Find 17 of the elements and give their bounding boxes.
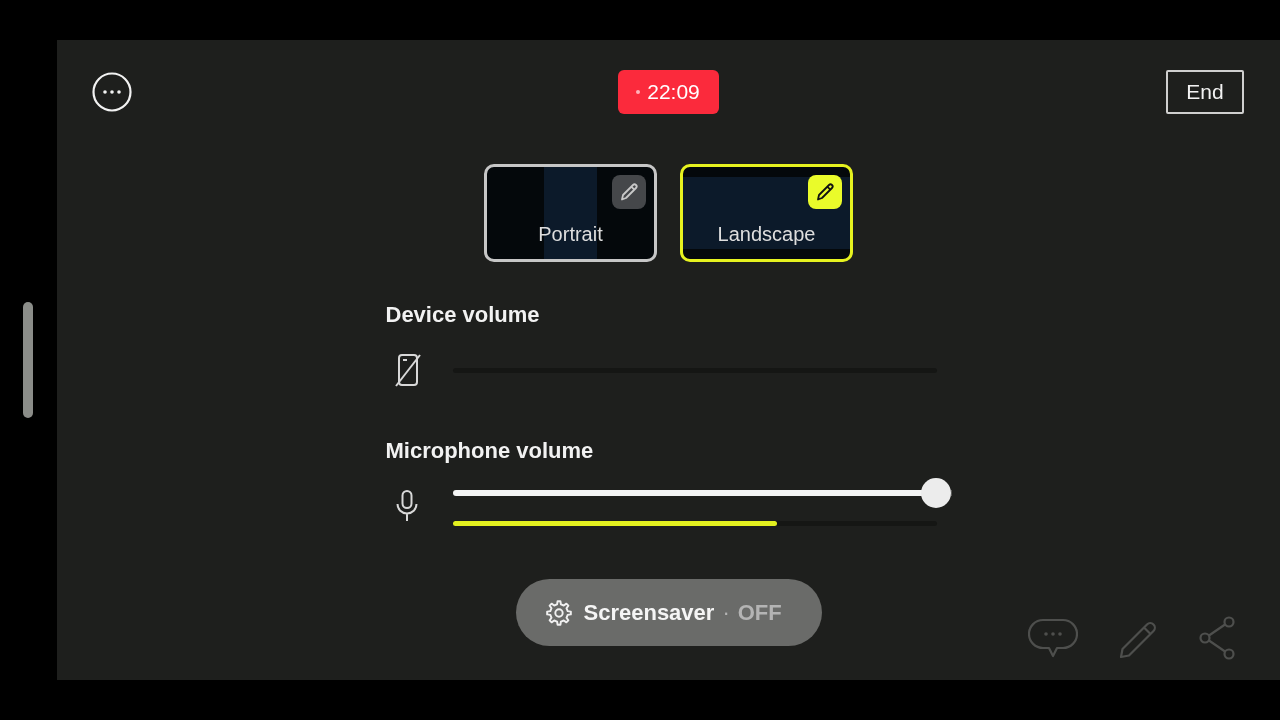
slider-thumb[interactable] [920, 478, 951, 508]
volume-slider[interactable] [452, 478, 952, 508]
phone-off-icon[interactable] [393, 353, 422, 387]
layout-card[interactable]: Portrait [484, 164, 657, 262]
pencil-icon[interactable] [612, 175, 646, 209]
screensaver-button[interactable]: Screensaver · OFF [515, 579, 822, 646]
elapsed-time: 22:09 [647, 80, 700, 104]
layout-card[interactable]: Landscape [680, 164, 853, 262]
settings-icon [545, 599, 572, 626]
end-button[interactable]: End [1166, 70, 1244, 114]
volume-label: Microphone volume [385, 438, 595, 464]
more-options-icon[interactable] [92, 72, 132, 112]
side-handle[interactable] [23, 302, 33, 418]
recording-dot-icon [636, 90, 641, 94]
pencil-icon[interactable] [808, 175, 842, 209]
microphone-icon[interactable] [394, 490, 419, 522]
volume-label: Device volume [385, 302, 541, 328]
